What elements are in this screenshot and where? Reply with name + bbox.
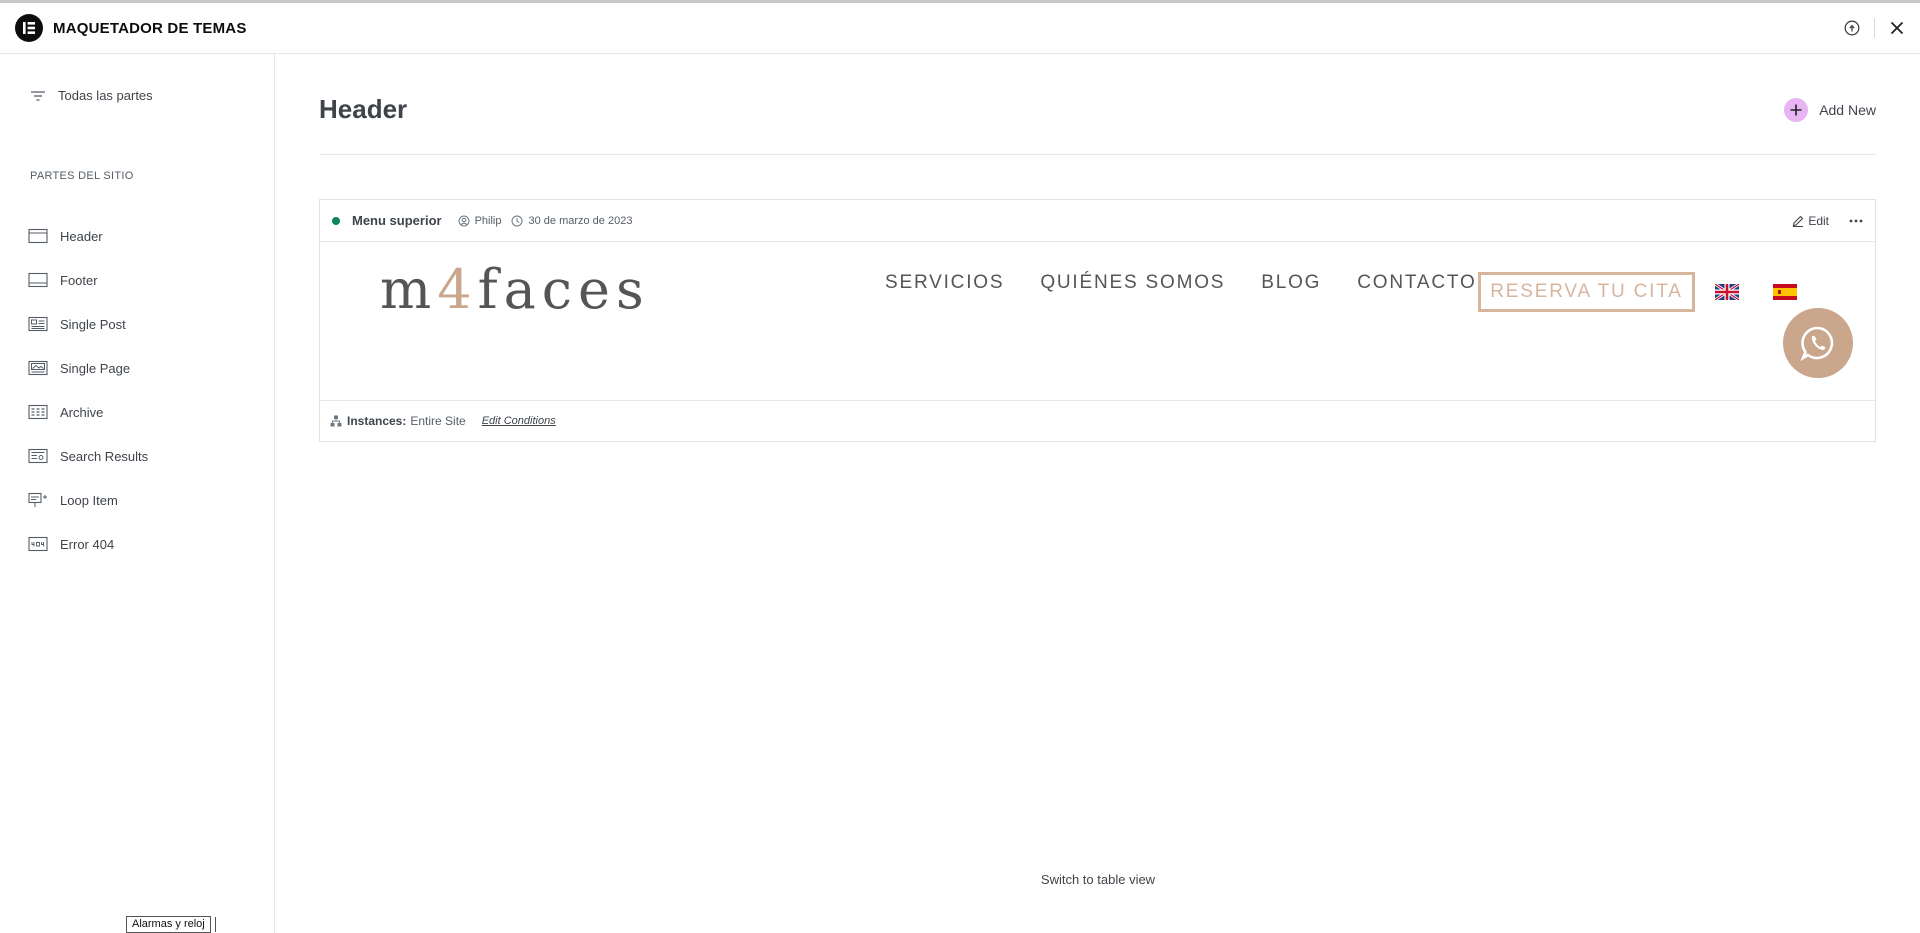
user-icon: [458, 215, 470, 226]
sidebar-item-label: Header: [60, 228, 103, 244]
archive-icon: [28, 404, 48, 420]
edit-button[interactable]: Edit: [1792, 214, 1829, 228]
sidebar-item-archive[interactable]: Archive: [28, 390, 148, 434]
single-page-icon: [28, 360, 48, 376]
switch-to-table-view-link[interactable]: Switch to table view: [276, 872, 1920, 887]
uk-flag-icon: [1715, 284, 1739, 300]
sidebar-item-search-results[interactable]: Search Results: [28, 434, 148, 478]
pencil-icon: [1793, 215, 1804, 227]
brand-logo-part: faces: [477, 258, 650, 321]
add-new-label: Add New: [1819, 102, 1876, 118]
filter-icon: [31, 90, 45, 101]
sidebar-item-footer[interactable]: Footer: [28, 258, 148, 302]
template-name: Menu superior: [352, 213, 442, 228]
all-parts-label: Todas las partes: [58, 88, 153, 103]
all-parts-filter[interactable]: Todas las partes: [30, 88, 153, 103]
brand-logo-part: m: [380, 258, 438, 321]
app-title: MAQUETADOR DE TEMAS: [53, 19, 247, 37]
page-title: Header: [319, 94, 408, 124]
search-results-icon: [28, 448, 48, 464]
tooltip-edge: [215, 917, 219, 932]
instances-value: Entire Site: [410, 414, 466, 428]
nav-item-contacto: CONTACTO: [1357, 272, 1477, 293]
elementor-logo-icon: [15, 14, 43, 42]
site-parts-list: Header Footer Single Post Single Page Ar…: [28, 214, 148, 566]
sidebar-item-header[interactable]: Header: [28, 214, 148, 258]
single-post-icon: [28, 316, 48, 332]
sidebar-item-single-page[interactable]: Single Page: [28, 346, 148, 390]
whatsapp-icon: [1783, 308, 1853, 378]
nav-item-quienes-somos: QUIÉNES SOMOS: [1040, 272, 1226, 293]
sidebar-item-error-404[interactable]: Error 404: [28, 522, 148, 566]
brand-logo: m4faces: [380, 258, 650, 321]
footer-icon: [28, 272, 48, 288]
template-preview[interactable]: m4faces SERVICIOS QUIÉNES SOMOS BLOG CON…: [320, 242, 1875, 401]
plus-icon: [1784, 98, 1809, 122]
top-bar: MAQUETADOR DE TEMAS: [0, 3, 1920, 54]
sidebar: Todas las partes PARTES DEL SITIO Header…: [0, 54, 275, 933]
close-icon[interactable]: [1889, 20, 1905, 36]
instances-label: Instances:: [347, 414, 407, 428]
sitemap-icon: [330, 415, 342, 427]
add-new-button[interactable]: Add New: [1784, 98, 1876, 122]
template-card: Menu superior Philip 30 de marzo de 2023…: [319, 199, 1876, 442]
tooltip: Alarmas y reloj: [126, 916, 211, 933]
sidebar-item-label: Loop Item: [60, 492, 118, 508]
topbar-divider: [1874, 18, 1875, 38]
card-footer: Instances: Entire Site Edit Conditions: [320, 401, 1875, 441]
sidebar-item-label: Single Post: [60, 316, 126, 332]
sidebar-item-label: Search Results: [60, 448, 149, 464]
card-header: Menu superior Philip 30 de marzo de 2023…: [320, 200, 1875, 242]
author-meta: Philip: [458, 214, 502, 227]
sidebar-item-label: Footer: [60, 272, 98, 288]
preview-nav: SERVICIOS QUIÉNES SOMOS BLOG CONTACTO: [885, 272, 1513, 294]
help-icon[interactable]: [1844, 20, 1860, 36]
book-appointment-button: RESERVA TU CITA: [1478, 272, 1695, 312]
status-dot: [332, 216, 340, 225]
clock-icon: [511, 215, 523, 226]
sidebar-item-label: Error 404: [60, 536, 115, 552]
main-content: Header Add New Menu superior Philip 30 d…: [276, 54, 1920, 933]
sidebar-item-label: Single Page: [60, 360, 131, 376]
header-icon: [28, 228, 48, 244]
brand-logo-accent: 4: [437, 258, 478, 321]
spain-flag-icon: [1773, 284, 1797, 300]
title-divider: [319, 154, 1876, 155]
more-options-icon[interactable]: [1849, 219, 1863, 223]
sidebar-item-loop-item[interactable]: Loop Item: [28, 478, 148, 522]
edit-conditions-link[interactable]: Edit Conditions: [482, 415, 556, 427]
loop-item-icon: [28, 492, 48, 508]
date-meta: 30 de marzo de 2023: [511, 215, 632, 227]
sidebar-item-single-post[interactable]: Single Post: [28, 302, 148, 346]
sidebar-item-label: Archive: [60, 404, 104, 420]
site-parts-section-title: PARTES DEL SITIO: [30, 170, 134, 182]
modified-date: 30 de marzo de 2023: [528, 214, 633, 227]
edit-label: Edit: [1808, 213, 1829, 228]
nav-item-servicios: SERVICIOS: [885, 272, 1005, 293]
nav-item-blog: BLOG: [1261, 272, 1322, 293]
author-name: Philip: [474, 214, 502, 227]
error-404-icon: [28, 536, 48, 552]
